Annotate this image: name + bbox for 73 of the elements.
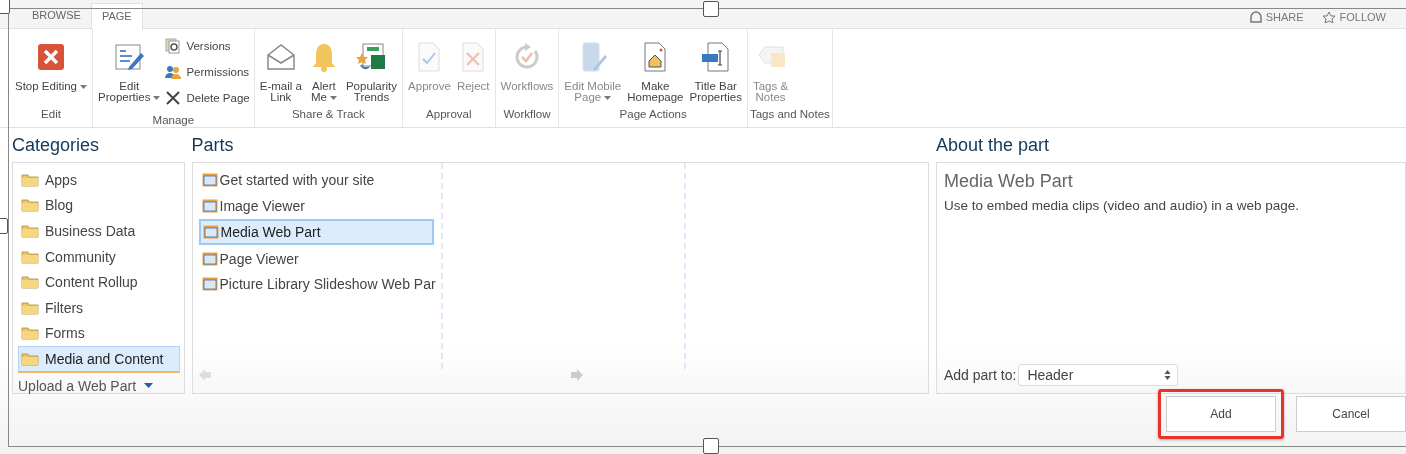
ribbon-command[interactable]: Permissions — [163, 59, 252, 85]
web-part-icon — [201, 251, 218, 266]
part-item[interactable]: Get started with your site — [198, 168, 437, 192]
folder-icon — [21, 224, 39, 238]
add-part-to-select[interactable]: Header — [1018, 364, 1179, 386]
category-item[interactable]: Apps — [18, 167, 180, 193]
ribbon-command[interactable]: Versions — [163, 33, 252, 59]
ribbon-tab[interactable]: BROWSE — [22, 0, 91, 30]
category-item[interactable]: Filters — [18, 294, 180, 321]
part-description: Use to embed media clips (video and audio) in a web page. — [944, 198, 1300, 213]
folder-icon — [21, 275, 39, 290]
web-part-icon — [201, 277, 218, 292]
group-label: Page Actions — [618, 107, 688, 122]
folder-icon — [21, 326, 39, 341]
ribbon-tab[interactable]: PAGE — [90, 3, 143, 30]
caret-icon — [144, 383, 154, 389]
title-bar-icon — [699, 41, 732, 73]
people-icon — [165, 64, 182, 80]
part-name: Media Web Part — [944, 171, 1074, 192]
spinner-arrows-icon — [1164, 369, 1172, 381]
caret-icon — [153, 95, 161, 100]
categories-heading: Categories — [12, 134, 101, 157]
category-item[interactable]: Content Rollup — [18, 269, 180, 295]
folder-icon — [21, 249, 39, 264]
folder-icon — [21, 351, 39, 366]
versions-icon — [165, 38, 182, 54]
ribbon-command[interactable]: Stop Editing — [12, 31, 90, 92]
top-action-link[interactable]: FOLLOW — [1321, 11, 1386, 23]
folder-icon — [21, 198, 39, 213]
caret-icon — [80, 84, 87, 89]
stop-editing-icon — [35, 41, 67, 73]
category-item[interactable]: Business Data — [18, 218, 180, 244]
parts-heading: Parts — [191, 134, 235, 157]
envelope-icon — [264, 41, 297, 73]
about-heading: About the part — [936, 134, 1051, 157]
part-item[interactable]: Media Web Part — [198, 219, 434, 246]
category-item[interactable]: Forms — [18, 320, 180, 347]
web-part-icon — [201, 173, 218, 187]
group-label: Workflow — [502, 107, 552, 122]
ribbon-command[interactable]: Edit Properties — [95, 31, 164, 103]
web-part-icon — [201, 198, 218, 213]
caret-icon — [604, 95, 612, 100]
caret-icon — [329, 95, 337, 100]
category-item[interactable]: Blog — [18, 192, 180, 219]
ribbon-command[interactable]: Title Bar Properties — [686, 31, 745, 103]
top-action-link[interactable]: SHARE — [1249, 11, 1304, 23]
category-item[interactable]: Community — [18, 243, 180, 270]
dialog-button[interactable]: Add — [1166, 396, 1276, 432]
star-icon — [1321, 11, 1336, 23]
part-item[interactable]: Image Viewer — [198, 193, 437, 218]
document-edit-icon — [113, 41, 146, 73]
delete-icon — [165, 90, 182, 106]
dialog-button[interactable]: Cancel — [1296, 396, 1406, 432]
upload-web-part-link[interactable]: Upload a Web Part — [18, 377, 154, 394]
group-label: Manage — [151, 113, 196, 128]
group-label: Edit — [40, 107, 62, 122]
folder-icon — [21, 300, 39, 315]
ribbon-command[interactable]: Alert Me — [304, 31, 343, 103]
ribbon-command[interactable]: Delete Page — [163, 85, 252, 111]
part-item[interactable]: Page Viewer — [198, 246, 437, 271]
group-label: Approval — [425, 107, 473, 122]
ribbon-command[interactable]: Make Homepage — [624, 31, 687, 103]
group-label: Tags and Notes — [749, 107, 830, 122]
web-part-icon — [202, 225, 219, 240]
resize-handle[interactable] — [703, 1, 719, 17]
ribbon-command[interactable]: Popularity Trends — [342, 31, 401, 103]
resize-handle[interactable] — [703, 438, 719, 454]
category-item[interactable]: Media and Content — [18, 346, 180, 373]
folder-icon — [21, 172, 39, 187]
ribbon-command[interactable]: E-mail a Link — [256, 31, 305, 103]
group-label: Share & Track — [290, 107, 366, 122]
part-item[interactable]: Picture Library Slideshow Web Par — [198, 272, 437, 297]
add-part-to-label: Add part to: — [944, 367, 1017, 383]
